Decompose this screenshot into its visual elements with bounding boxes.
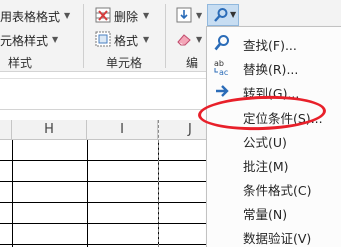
column-header-h[interactable]: H (12, 120, 87, 140)
menu-item-conditional-formatting[interactable]: 条件格式(C) (207, 176, 341, 200)
menu-item-formulas[interactable]: 公式(U) (207, 128, 341, 152)
search-icon (214, 8, 228, 22)
cell-border (0, 244, 210, 245)
chevron-down-icon[interactable]: ▼ (196, 11, 202, 20)
fill-icon[interactable] (176, 7, 192, 23)
cell-styles-button[interactable]: 元格样式 (0, 32, 48, 49)
chevron-down-icon: ▼ (230, 10, 237, 19)
column-header-i[interactable]: I (87, 120, 158, 140)
menu-item-label: 批注(M) (243, 159, 289, 174)
cell-border (87, 140, 88, 247)
cells-group-label: 单元格 (106, 56, 143, 70)
svg-text:ac: ac (219, 68, 228, 76)
menu-item-replace[interactable]: ab ac 替换(R)... (207, 55, 341, 79)
menu-item-comments[interactable]: 批注(M) (207, 152, 341, 176)
menu-item-find[interactable]: 查找(F)... (207, 31, 341, 55)
menu-item-label: 查找(F)... (243, 38, 297, 53)
chevron-down-icon[interactable]: ▼ (196, 35, 202, 44)
cell-border (0, 181, 210, 182)
menu-item-label: 数据验证(V) (243, 231, 312, 246)
menu-item-data-validation[interactable]: 数据验证(V) (207, 224, 341, 247)
menu-item-label: 常量(N) (243, 207, 288, 222)
find-select-menu: 查找(F)... ab ac 替换(R)... 转到(G)... 定位条件(S)… (206, 26, 341, 247)
chevron-down-icon[interactable]: ▼ (64, 11, 70, 20)
search-icon (214, 35, 229, 51)
format-cells-icon[interactable] (95, 31, 111, 47)
delete-button[interactable]: 删除 (114, 8, 138, 25)
column-header[interactable] (0, 120, 12, 140)
editing-group-label: 编 (186, 56, 199, 70)
menu-item-label: 公式(U) (243, 135, 287, 150)
format-as-table-button[interactable]: 用表格格式 (0, 8, 60, 25)
group-divider (83, 4, 84, 68)
cell-border (0, 202, 210, 203)
format-button[interactable]: 格式 (114, 32, 138, 49)
excel-window: 用表格格式 ▼ 元格样式 ▼ 样式 删除 ▼ 格式 ▼ 单元格 ▼ ▼ 编 ▼ … (0, 0, 341, 247)
replace-icon: ab ac (214, 59, 228, 76)
arrow-right-icon (216, 85, 229, 97)
group-divider (165, 4, 166, 68)
cell-border (0, 160, 210, 161)
eraser-icon[interactable] (176, 31, 192, 47)
cell-border (12, 140, 13, 247)
chevron-down-icon[interactable]: ▼ (143, 11, 149, 20)
delete-cells-icon[interactable] (95, 7, 111, 23)
menu-item-label: 条件格式(C) (243, 183, 312, 198)
cell-border (0, 223, 210, 224)
svg-text:ab: ab (214, 59, 224, 68)
menu-item-label: 替换(R)... (243, 62, 299, 77)
page-break-line (158, 120, 159, 247)
chevron-down-icon[interactable]: ▼ (52, 35, 58, 44)
styles-group-label: 样式 (8, 56, 33, 70)
menu-item-constants[interactable]: 常量(N) (207, 200, 341, 224)
chevron-down-icon[interactable]: ▼ (143, 35, 149, 44)
find-select-button[interactable]: ▼ (207, 4, 239, 26)
